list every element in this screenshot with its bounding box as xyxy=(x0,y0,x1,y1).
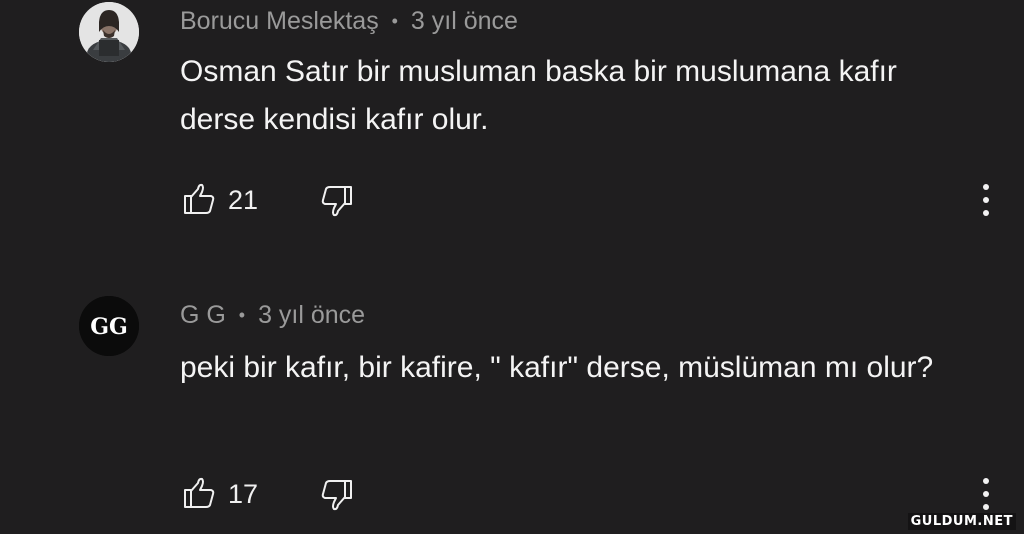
more-options-button[interactable] xyxy=(976,476,996,512)
gg-monogram-icon: GG xyxy=(79,296,139,356)
thumbs-down-icon xyxy=(321,186,352,217)
more-vertical-icon xyxy=(983,478,989,484)
thumbs-up-icon xyxy=(184,477,215,508)
comment-text: Osman Satır bir musluman baska bir muslu… xyxy=(180,55,897,136)
comment-time[interactable]: 3 yıl önce xyxy=(411,7,518,35)
author-name[interactable]: Borucu Meslektaş xyxy=(180,7,379,35)
comment-meta: G G • 3 yıl önce xyxy=(180,300,365,332)
meta-separator: • xyxy=(238,305,246,325)
watermark: GULDUM.NET xyxy=(907,513,1016,530)
more-vertical-icon xyxy=(983,197,989,203)
comment-item: Borucu Meslektaş • 3 yıl önce Osman Satı… xyxy=(0,0,1024,260)
thumbs-down-icon xyxy=(321,480,352,511)
more-options-button[interactable] xyxy=(976,182,996,218)
comments-page: Borucu Meslektaş • 3 yıl önce Osman Satı… xyxy=(0,0,1024,534)
comment-time[interactable]: 3 yıl önce xyxy=(258,301,365,329)
like-count: 21 xyxy=(228,185,259,215)
avatar[interactable] xyxy=(79,2,139,62)
more-vertical-icon xyxy=(983,184,989,190)
comment-text: peki bir kafır, bir kafire, " kafır" der… xyxy=(180,351,934,384)
thumbs-up-icon xyxy=(184,183,215,214)
comment-item: GG G G • 3 yıl önce peki bir kafır, bir … xyxy=(0,290,1024,534)
comment-meta: Borucu Meslektaş • 3 yıl önce xyxy=(180,6,518,38)
avatar[interactable]: GG xyxy=(79,296,139,356)
comment-actions: 17 xyxy=(180,474,1010,514)
dislike-button[interactable] xyxy=(318,182,356,220)
dislike-button[interactable] xyxy=(318,476,356,514)
warrior-portrait-icon xyxy=(79,2,139,62)
more-vertical-icon xyxy=(983,210,989,216)
like-count: 17 xyxy=(228,479,259,509)
more-vertical-icon xyxy=(983,504,989,510)
svg-text:GG: GG xyxy=(90,314,128,340)
like-button[interactable] xyxy=(180,180,218,218)
more-vertical-icon xyxy=(983,491,989,497)
author-name[interactable]: G G xyxy=(180,301,226,329)
like-button[interactable] xyxy=(180,474,218,512)
comment-actions: 21 xyxy=(180,180,1010,220)
meta-separator: • xyxy=(391,11,398,31)
